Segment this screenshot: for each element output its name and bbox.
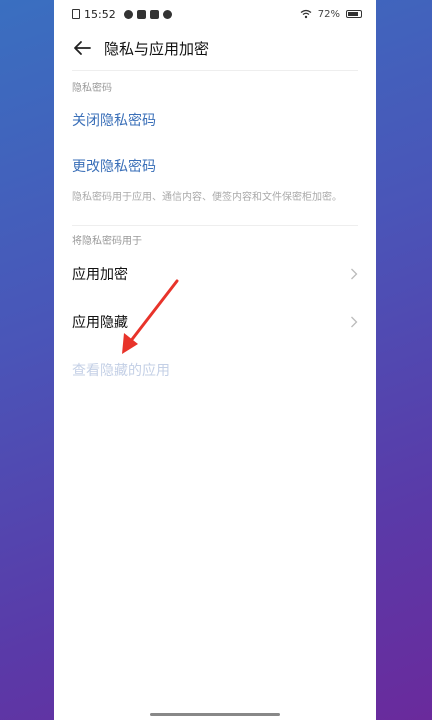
section-label-privacy-password: 隐私密码: [72, 82, 112, 94]
chat-notification-icon: [162, 9, 172, 19]
status-left: 15:52: [72, 8, 172, 21]
chevron-right-icon: [351, 316, 358, 328]
battery-icon: [346, 10, 362, 18]
home-indicator[interactable]: [150, 713, 280, 716]
change-privacy-password-item[interactable]: 更改隐私密码: [54, 143, 376, 189]
status-bar: 15:52 72%: [54, 0, 376, 28]
section-label-apply: 将隐私密码用于: [72, 235, 142, 247]
chevron-right-icon: [351, 268, 358, 280]
section-divider: [72, 225, 358, 226]
view-hidden-apps-label: 查看隐藏的应用: [72, 363, 170, 379]
section-apply: 将隐私密码用于: [54, 228, 376, 250]
app-notification-icon: [123, 9, 133, 19]
app-hide-item[interactable]: 应用隐藏: [54, 298, 376, 346]
file-icon: [72, 9, 80, 19]
change-privacy-password-label: 更改隐私密码: [72, 159, 156, 175]
status-right: 72%: [300, 9, 362, 20]
app-encryption-item[interactable]: 应用加密: [54, 250, 376, 298]
wifi-icon: [300, 9, 312, 19]
close-privacy-password-item[interactable]: 关闭隐私密码: [54, 97, 376, 143]
page-header: 隐私与应用加密: [54, 28, 376, 68]
privacy-password-note: 隐私密码用于应用、通信内容、便签内容和文件保密柜加密。: [72, 192, 342, 203]
back-arrow-icon[interactable]: [72, 38, 92, 58]
app-encryption-label: 应用加密: [72, 267, 128, 283]
battery-percent: 72%: [317, 8, 340, 20]
phone-screen: 15:52 72% 隐私与应用加密 隐私密码 关闭隐私密码 更改隐私密码 隐私密…: [54, 0, 376, 720]
status-time: 15:52: [84, 7, 116, 21]
mail-notification-icon: [149, 9, 159, 19]
app-hide-label: 应用隐藏: [72, 315, 128, 331]
page-title: 隐私与应用加密: [104, 39, 210, 58]
view-hidden-apps-item: 查看隐藏的应用: [54, 346, 376, 394]
close-privacy-password-label: 关闭隐私密码: [72, 113, 156, 129]
video-notification-icon: [136, 9, 146, 19]
